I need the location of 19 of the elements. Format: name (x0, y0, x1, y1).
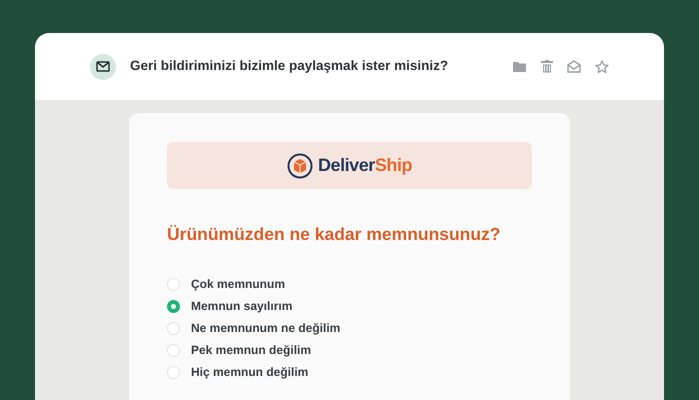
radio-button[interactable] (167, 300, 180, 313)
option-label: Pek memnun değilim (191, 342, 312, 360)
radio-button[interactable] (167, 322, 180, 335)
email-subject: Geri bildiriminizi bizimle paylaşmak ister misiniz? (130, 57, 448, 76)
star-icon[interactable] (595, 60, 609, 74)
mail-icon (90, 54, 116, 80)
survey-question: Ürünümüzden ne kadar memnunsunuz? (167, 223, 502, 246)
box-logo-icon (286, 152, 313, 178)
option-label: Memnun sayılırım (191, 298, 292, 316)
logo-text: DeliverShip (318, 154, 412, 177)
radio-button[interactable] (167, 366, 180, 379)
option-label: Hiç memnun değilim (191, 364, 308, 382)
open-envelope-icon[interactable] (567, 60, 581, 73)
option-label: Çok memnunum (191, 276, 286, 294)
radio-button[interactable] (167, 278, 180, 291)
folder-icon[interactable] (513, 60, 527, 72)
trash-icon[interactable] (541, 60, 553, 73)
option-label: Ne memnunum ne değilim (191, 320, 340, 338)
radio-button[interactable] (167, 344, 180, 357)
